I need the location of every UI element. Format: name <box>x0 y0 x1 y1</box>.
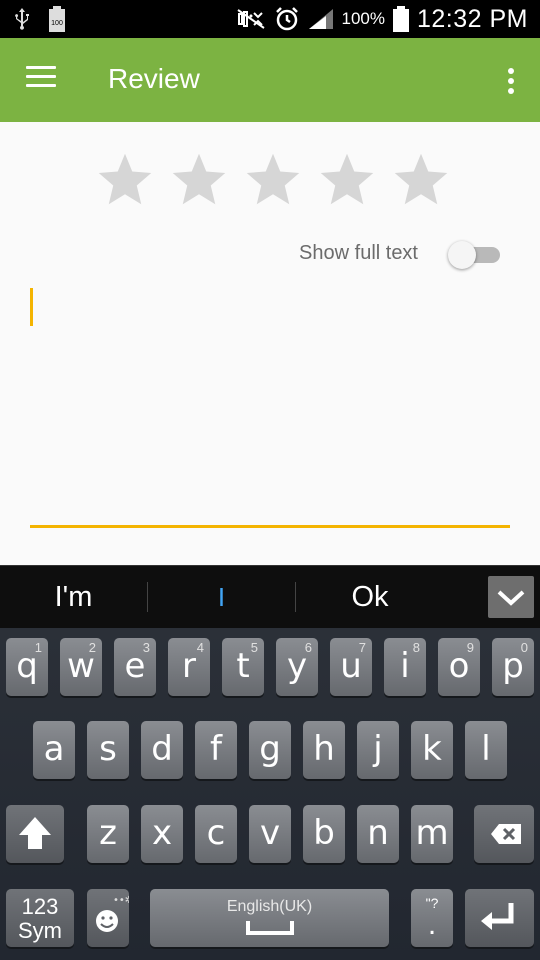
emoji-key[interactable]: ••✲ <box>87 889 133 947</box>
key-r[interactable]: 4r <box>168 638 210 696</box>
star-rating <box>94 150 452 210</box>
suggestion-2[interactable]: I <box>148 566 295 629</box>
space-bar-icon <box>246 921 294 935</box>
key-d[interactable]: d <box>141 721 183 779</box>
battery-small-label: 100 <box>51 20 63 27</box>
key-h[interactable]: h <box>303 721 345 779</box>
usb-icon <box>14 7 30 31</box>
review-text-input[interactable] <box>30 282 510 528</box>
shift-arrow-icon <box>19 817 51 849</box>
key-z[interactable]: z <box>87 805 129 863</box>
show-full-text-row: Show full text <box>299 238 500 269</box>
key-a[interactable]: a <box>33 721 75 779</box>
mute-icon <box>236 8 266 30</box>
key-u[interactable]: 7u <box>330 638 372 696</box>
key-e[interactable]: 3e <box>114 638 156 696</box>
key-b[interactable]: b <box>303 805 345 863</box>
chevron-down-icon <box>497 590 525 606</box>
symbols-key[interactable]: 123 Sym <box>6 889 74 947</box>
space-key[interactable]: English(UK) <box>150 889 389 947</box>
signal-icon <box>308 8 334 30</box>
enter-arrow-icon <box>481 903 514 930</box>
overflow-menu-icon[interactable] <box>506 68 516 98</box>
key-g[interactable]: g <box>249 721 291 779</box>
review-content: Show full text <box>0 122 540 565</box>
emoji-settings-icon: ••✲ <box>96 895 133 932</box>
key-c[interactable]: c <box>195 805 237 863</box>
star-3-icon[interactable] <box>242 150 304 210</box>
keyboard: 1q 2w 3e 4r 5t 6y 7u 8i 9o 0p a s d f g … <box>0 628 540 960</box>
show-full-text-label: Show full text <box>299 241 418 264</box>
input-underline <box>30 525 510 528</box>
svg-text:••✲: ••✲ <box>113 895 129 906</box>
star-5-icon[interactable] <box>390 150 452 210</box>
key-s[interactable]: s <box>87 721 129 779</box>
key-i[interactable]: 8i <box>384 638 426 696</box>
key-j[interactable]: j <box>357 721 399 779</box>
battery-percent: 100% <box>341 9 385 28</box>
suggestion-bar: I'm I Ok <box>0 565 540 628</box>
backspace-icon <box>491 824 521 844</box>
key-t[interactable]: 5t <box>222 638 264 696</box>
app-bar: Review <box>0 38 540 122</box>
key-n[interactable]: n <box>357 805 399 863</box>
key-v[interactable]: v <box>249 805 291 863</box>
page-title: Review <box>108 63 200 94</box>
collapse-keyboard-button[interactable] <box>488 576 534 618</box>
star-4-icon[interactable] <box>316 150 378 210</box>
period-key[interactable]: "? . <box>411 889 453 947</box>
suggestion-1[interactable]: I'm <box>0 566 147 629</box>
text-cursor <box>30 288 33 326</box>
key-k[interactable]: k <box>411 721 453 779</box>
clock: 12:32 PM <box>416 4 528 33</box>
key-w[interactable]: 2w <box>60 638 102 696</box>
alarm-icon <box>274 6 300 32</box>
show-full-text-switch[interactable] <box>448 238 500 269</box>
key-o[interactable]: 9o <box>438 638 480 696</box>
star-1-icon[interactable] <box>94 150 156 210</box>
shift-key[interactable] <box>6 805 64 863</box>
backspace-key[interactable] <box>474 805 534 863</box>
status-bar: 100 100% 12:32 PM <box>0 0 540 38</box>
space-language-label: English(UK) <box>226 898 313 915</box>
battery-100-icon: 100 <box>48 6 66 32</box>
key-x[interactable]: x <box>141 805 183 863</box>
key-m[interactable]: m <box>411 805 453 863</box>
menu-icon[interactable] <box>26 66 58 94</box>
key-y[interactable]: 6y <box>276 638 318 696</box>
key-q[interactable]: 1q <box>6 638 48 696</box>
enter-key[interactable] <box>465 889 534 947</box>
key-p[interactable]: 0p <box>492 638 534 696</box>
star-2-icon[interactable] <box>168 150 230 210</box>
suggestion-3[interactable]: Ok <box>296 566 444 629</box>
battery-icon <box>392 6 409 32</box>
key-l[interactable]: l <box>465 721 507 779</box>
key-f[interactable]: f <box>195 721 237 779</box>
